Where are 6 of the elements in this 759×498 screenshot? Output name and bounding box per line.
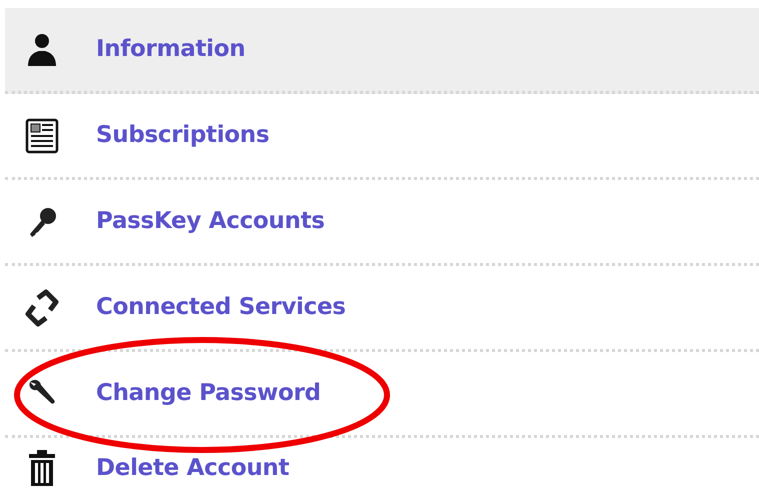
menu-link[interactable]: Connected Services (96, 290, 346, 325)
menu-link[interactable]: Information (96, 32, 246, 67)
menu-link[interactable]: Subscriptions (96, 118, 270, 153)
menu-link[interactable]: Change Password (96, 376, 321, 411)
menu-link[interactable]: PassKey Accounts (96, 204, 325, 239)
menu-link[interactable]: Delete Account (96, 450, 290, 486)
